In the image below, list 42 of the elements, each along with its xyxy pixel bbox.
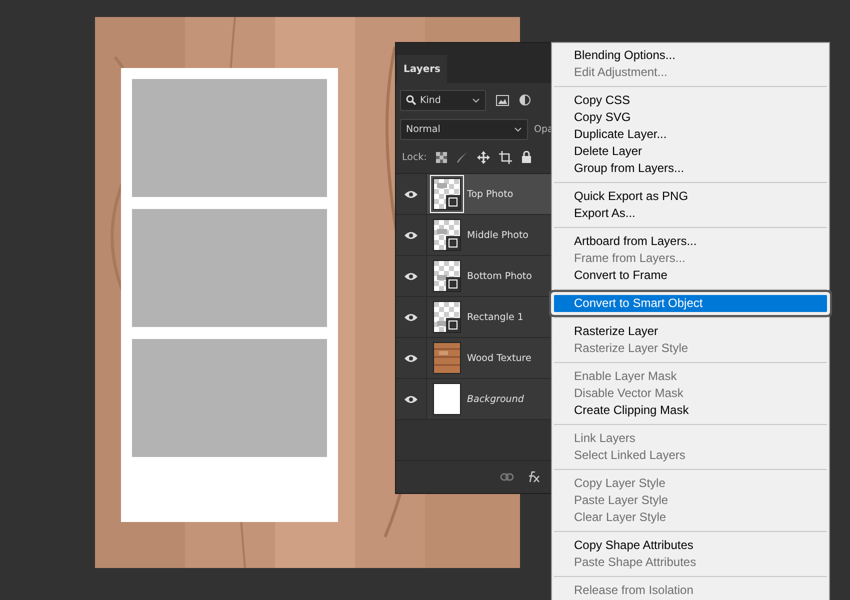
eye-icon[interactable]: [404, 230, 418, 240]
search-icon: [406, 95, 416, 105]
brush-icon[interactable]: [456, 150, 468, 164]
fx-icon[interactable]: [526, 470, 541, 484]
eye-icon[interactable]: [404, 272, 418, 280]
caret-icon: [514, 126, 522, 132]
crop-icon[interactable]: [498, 150, 512, 164]
layer-name: Bottom Photo: [467, 270, 532, 282]
menu-item[interactable]: Copy Shape Attributes: [554, 537, 827, 554]
layer-name: Rectangle 1: [467, 312, 524, 322]
caret-icon: [472, 98, 480, 102]
wood-thumbnail: [433, 342, 461, 374]
menu-item[interactable]: Copy SVG: [554, 109, 827, 126]
lock-icon[interactable]: [520, 151, 532, 163]
layer-name: Background: [467, 394, 524, 404]
eye-icon[interactable]: [404, 312, 418, 322]
layer-name: Middle Photo: [467, 230, 528, 240]
layer-name: Wood Texture: [467, 352, 532, 364]
layer-thumbnail: [433, 178, 461, 210]
half-circle-icon[interactable]: [519, 94, 531, 106]
image-icon[interactable]: [496, 94, 509, 106]
layer-name: Top Photo: [467, 188, 514, 200]
layer-thumbnail: [433, 301, 461, 333]
menu-item[interactable]: Group from Layers...: [554, 160, 827, 177]
link-icon[interactable]: [500, 473, 514, 481]
lock-label: Lock:: [402, 152, 427, 162]
checkerboard-icon[interactable]: [436, 152, 447, 162]
menu-item[interactable]: Convert to Smart Object: [554, 295, 827, 312]
menu-item[interactable]: Blending Options...: [554, 47, 827, 64]
eye-icon[interactable]: [404, 394, 418, 404]
layers-tab[interactable]: Layers: [397, 55, 447, 83]
layer-thumbnail: [433, 219, 461, 251]
layer-thumbnail: [433, 383, 461, 415]
move-icon[interactable]: [476, 150, 490, 164]
menu-item[interactable]: Delete Layer: [554, 143, 827, 160]
blend-mode-dropdown[interactable]: Normal: [400, 118, 528, 140]
filter-dropdown[interactable]: Kind: [400, 90, 486, 110]
eye-icon[interactable]: [404, 190, 418, 198]
menu-item[interactable]: Copy CSS: [554, 92, 827, 109]
menu-item[interactable]: Duplicate Layer...: [554, 126, 827, 143]
eye-icon[interactable]: [404, 354, 418, 362]
layer-thumbnail: [433, 260, 461, 292]
